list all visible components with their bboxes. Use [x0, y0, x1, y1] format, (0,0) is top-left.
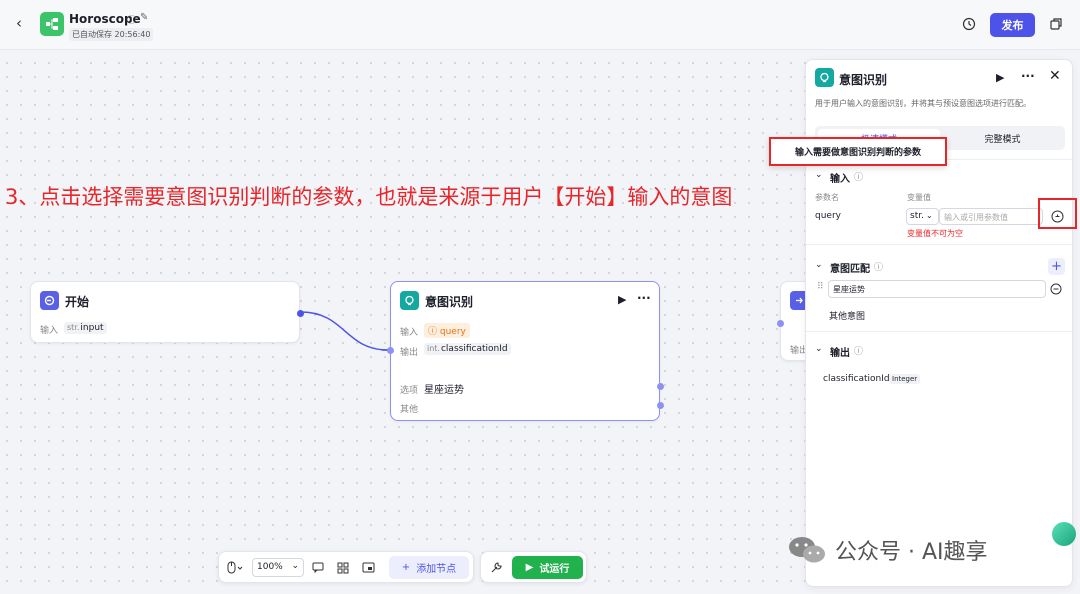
match-collapse-icon[interactable]: ⌄	[815, 260, 823, 270]
start-param-tag: str.input	[64, 322, 107, 334]
panel-description: 用于用户输入的意图识别，并将其与预设意图选项进行匹配。	[815, 99, 1031, 108]
remove-intent-icon[interactable]	[1050, 283, 1062, 295]
intent-option-label: 选项	[400, 386, 419, 396]
chevron-down-icon: ⌄	[291, 561, 299, 571]
panel-play-icon[interactable]: ▶	[996, 71, 1004, 84]
panel-title: 意图识别	[839, 73, 888, 87]
edge-start-to-intent	[300, 311, 389, 351]
output-info-icon[interactable]: ⓘ	[854, 344, 863, 357]
intent-input-port[interactable]	[387, 347, 394, 354]
intent-option-port[interactable]	[657, 383, 664, 390]
intent-node[interactable]: 意图识别 ▶ ··· 输入 ⓘ query 输出 int.classificat…	[387, 281, 664, 421]
col-name-header: 参数名	[815, 193, 839, 202]
start-node-title: 开始	[65, 295, 90, 309]
start-output-port[interactable]	[297, 310, 304, 317]
intent-other-port[interactable]	[657, 402, 664, 409]
output-section-title: 输出	[830, 348, 850, 359]
more-icon[interactable]: ···	[637, 291, 651, 305]
intent-node-title: 意图识别	[425, 295, 474, 309]
wrench-icon[interactable]	[490, 561, 503, 574]
run-play-icon: ▶	[525, 562, 534, 573]
start-icon	[40, 291, 59, 310]
layout-icon[interactable]	[337, 562, 349, 574]
chevron-down-icon: ⌄	[925, 211, 933, 220]
intent-input-tag[interactable]: ⓘ query	[424, 323, 470, 338]
zoom-value: 100%	[257, 562, 283, 572]
play-icon[interactable]: ▶	[618, 293, 626, 306]
run-label: 试运行	[539, 564, 570, 575]
match-section-title: 意图匹配	[830, 264, 870, 275]
param-type: str.	[67, 323, 80, 332]
run-toolbar: ▶ 试运行	[480, 551, 587, 583]
param-type-select[interactable]: str. ⌄	[906, 208, 939, 225]
drag-handle-icon[interactable]: ⠿	[817, 282, 824, 292]
start-node[interactable]: 开始 输入 str.input	[30, 281, 304, 343]
highlight-box	[1038, 198, 1077, 229]
tutorial-annotation: 3、点击选择需要意图识别判断的参数，也就是来源于用户【开始】输入的意图	[5, 185, 733, 209]
col-value-header: 变量值	[907, 193, 931, 202]
tooltip: 输入需要做意图识别判断的参数	[769, 137, 947, 166]
zoom-select[interactable]: 100% ⌄	[252, 558, 304, 577]
watermark: 公众号 · AI趣享	[787, 534, 988, 566]
input-param-name: query	[815, 211, 841, 221]
output-param-name: classificationId	[823, 374, 890, 384]
minimap-icon[interactable]	[362, 562, 375, 574]
divider	[806, 244, 1074, 245]
input-section-title: 输入	[830, 174, 850, 185]
intent-option-input[interactable]: 星座运势	[828, 280, 1046, 298]
add-node-button[interactable]: + 添加节点	[389, 556, 469, 579]
param-name: input	[80, 323, 104, 333]
panel-close-icon[interactable]: ✕	[1049, 68, 1061, 84]
mouse-mode-icon[interactable]	[227, 561, 243, 575]
other-intent-label: 其他意图	[829, 312, 866, 322]
output-collapse-icon[interactable]: ⌄	[815, 344, 823, 354]
query-value: query	[439, 327, 466, 337]
output-name: classificationId	[440, 344, 508, 354]
error-message: 变量值不可为空	[907, 229, 963, 238]
match-info-icon[interactable]: ⓘ	[874, 260, 883, 273]
tab-full-mode[interactable]: 完整模式	[943, 129, 1062, 147]
divider	[806, 331, 1074, 332]
output-type: int.	[427, 344, 440, 353]
intent-option-value: 星座运势	[424, 385, 464, 396]
canvas-toolbar: 100% ⌄ + 添加节点	[218, 551, 474, 583]
partial-input-port[interactable]	[777, 320, 784, 327]
add-node-label: 添加节点	[416, 564, 457, 575]
intent-other-label: 其他	[400, 405, 419, 415]
param-type-value: str.	[910, 211, 924, 221]
output-type-tag: Integer	[889, 374, 921, 384]
intent-output-tag: int.classificationId	[424, 343, 511, 355]
input-collapse-icon[interactable]: ⌄	[815, 170, 823, 180]
panel-intent-icon	[815, 68, 834, 87]
intent-icon	[400, 291, 419, 310]
panel-more-icon[interactable]: ···	[1021, 69, 1035, 83]
watermark-logo	[1052, 522, 1076, 546]
add-intent-button[interactable]: +	[1048, 258, 1065, 275]
input-info-icon[interactable]: ⓘ	[854, 170, 863, 183]
intent-output-label: 输出	[400, 348, 419, 358]
watermark-text: 公众号 · AI趣享	[835, 540, 988, 565]
comment-icon[interactable]	[312, 562, 324, 573]
test-run-button[interactable]: ▶ 试运行	[512, 556, 583, 579]
intent-input-label: 输入	[400, 328, 419, 338]
start-input-label: 输入	[40, 326, 59, 336]
plus-icon: +	[401, 562, 411, 573]
param-value-input[interactable]: 输入或引用参数值	[939, 208, 1043, 225]
wechat-icon	[789, 537, 825, 563]
